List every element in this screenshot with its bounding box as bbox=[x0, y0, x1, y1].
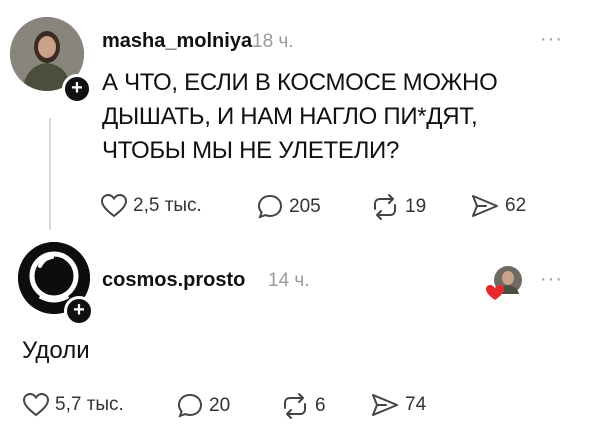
heart-icon bbox=[22, 392, 50, 417]
reply-text: Удоли bbox=[22, 337, 90, 364]
more-dots-icon[interactable]: ··· bbox=[540, 268, 563, 291]
share-count: 62 bbox=[505, 195, 527, 216]
comment-bubble-icon bbox=[177, 393, 203, 418]
like-button[interactable]: 5,7 тыс. bbox=[22, 392, 124, 418]
like-button[interactable]: 2,5 тыс. bbox=[100, 193, 202, 219]
thread-line bbox=[49, 118, 51, 230]
repost-icon bbox=[374, 194, 396, 220]
post-username[interactable]: masha_molniya bbox=[102, 30, 252, 53]
comment-button[interactable]: 20 bbox=[176, 392, 230, 420]
author-liked-badge bbox=[484, 264, 524, 304]
comment-button[interactable]: 205 bbox=[256, 193, 321, 221]
repost-button[interactable]: 6 bbox=[280, 392, 326, 420]
share-button[interactable]: 62 bbox=[470, 193, 526, 219]
send-icon bbox=[472, 195, 498, 217]
like-count: 5,7 тыс. bbox=[55, 394, 124, 415]
send-icon bbox=[372, 394, 398, 416]
comment-count: 205 bbox=[289, 196, 321, 217]
repost-count: 6 bbox=[315, 395, 326, 416]
post-text: А ЧТО, ЕСЛИ В КОСМОСЕ МОЖНО ДЫШАТЬ, И НА… bbox=[102, 69, 498, 164]
repost-icon bbox=[284, 393, 306, 419]
post-time: 18 ч. bbox=[252, 31, 294, 52]
reply-time: 14 ч. bbox=[268, 270, 310, 291]
comment-count: 20 bbox=[209, 395, 231, 416]
like-count: 2,5 тыс. bbox=[133, 195, 202, 216]
comment-bubble-icon bbox=[257, 194, 283, 219]
share-count: 74 bbox=[405, 394, 427, 415]
heart-icon bbox=[100, 193, 128, 218]
share-button[interactable]: 74 bbox=[370, 392, 426, 418]
reply-username[interactable]: cosmos.prosto bbox=[102, 269, 245, 292]
more-dots-icon[interactable]: ··· bbox=[540, 28, 563, 51]
follow-plus-icon[interactable]: + bbox=[62, 74, 92, 104]
repost-count: 19 bbox=[405, 196, 427, 217]
follow-plus-icon[interactable]: + bbox=[64, 296, 94, 326]
red-heart-icon bbox=[486, 285, 504, 300]
repost-button[interactable]: 19 bbox=[370, 193, 426, 221]
